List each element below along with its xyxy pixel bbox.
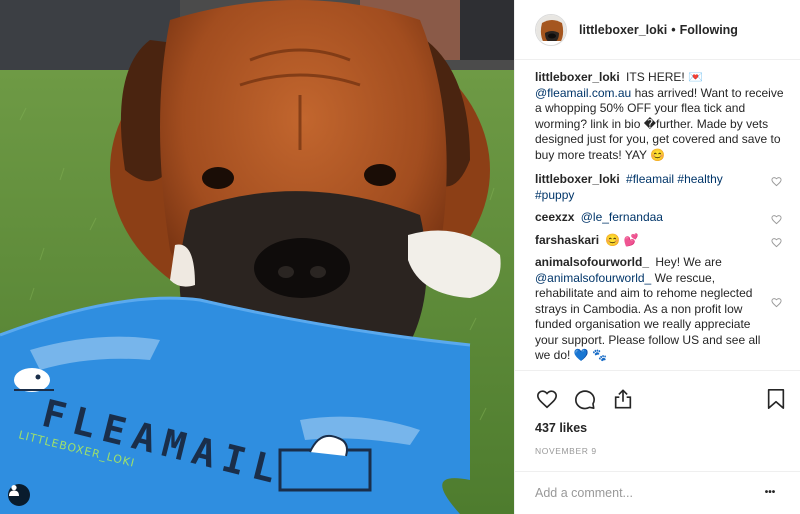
header-username[interactable]: littleboxer_loki [579, 23, 667, 37]
header-names: littleboxer_loki • Following [579, 23, 738, 37]
caption-username[interactable]: littleboxer_loki [535, 70, 620, 84]
post-date[interactable]: NOVEMBER 9 [515, 439, 800, 463]
comment-username[interactable]: farshaskari [535, 233, 599, 247]
post-caption: littleboxer_loki ITS HERE! 💌 @fleamail.c… [535, 70, 786, 163]
more-options-button[interactable]: ••• [760, 483, 780, 503]
save-button[interactable] [764, 387, 788, 411]
comment-bubble-icon [575, 389, 595, 410]
add-comment-input[interactable] [535, 485, 760, 500]
likes-count[interactable]: 437 likes [515, 419, 800, 437]
header-separator: • [671, 22, 676, 37]
caption-text-1: ITS HERE! 💌 [626, 70, 703, 85]
more-options-icon: ••• [764, 487, 776, 499]
comment-text: 😊 💕 [605, 232, 639, 247]
dog-photo-illustration: FLEAMAIL LITTLEBOXER_LOKI [0, 0, 514, 514]
comment-text-1: Hey! We are [655, 255, 722, 270]
comment-button[interactable] [573, 387, 597, 411]
follow-button[interactable]: Following [680, 23, 738, 37]
post-header: littleboxer_loki • Following [515, 0, 800, 61]
avatar[interactable] [535, 13, 567, 46]
heart-outline-icon [537, 390, 557, 409]
post-side-panel: littleboxer_loki • Following littleboxer… [514, 0, 800, 514]
person-icon [9, 485, 19, 496]
comment-mention-link[interactable]: @le_fernandaa [581, 210, 663, 224]
comment-item: ceexzx @le_fernandaa [535, 210, 786, 226]
share-icon [614, 389, 632, 409]
comment-username[interactable]: littleboxer_loki [535, 172, 620, 186]
comment-item: farshaskari 😊 💕 [535, 233, 786, 249]
comment-like-icon[interactable] [771, 297, 782, 308]
comment-username[interactable]: animalsofourworld_ [535, 255, 649, 269]
share-button[interactable] [611, 387, 635, 411]
instagram-post: FLEAMAIL LITTLEBOXER_LOKI littleboxer_lo… [0, 0, 800, 514]
comment-like-icon[interactable] [771, 176, 782, 187]
comment-mention-link[interactable]: @animalsofourworld_ [535, 271, 651, 285]
tagged-users-button[interactable] [8, 484, 30, 506]
comment-username[interactable]: ceexzx [535, 210, 574, 224]
comment-item: littleboxer_loki #fleamail #healthy #pup… [535, 172, 786, 203]
dog-avatar-icon [536, 14, 566, 45]
comment-item: animalsofourworld_ Hey! We are @animalso… [535, 255, 786, 364]
comments-list[interactable]: littleboxer_loki ITS HERE! 💌 @fleamail.c… [515, 60, 800, 369]
comment-like-icon[interactable] [771, 237, 782, 248]
like-button[interactable] [535, 387, 559, 411]
post-photo[interactable]: FLEAMAIL LITTLEBOXER_LOKI [0, 0, 514, 514]
bookmark-icon [767, 388, 785, 409]
comment-like-icon[interactable] [771, 214, 782, 225]
caption-mention-link[interactable]: @fleamail.com.au [535, 86, 631, 100]
add-comment-bar: ••• [515, 470, 800, 514]
